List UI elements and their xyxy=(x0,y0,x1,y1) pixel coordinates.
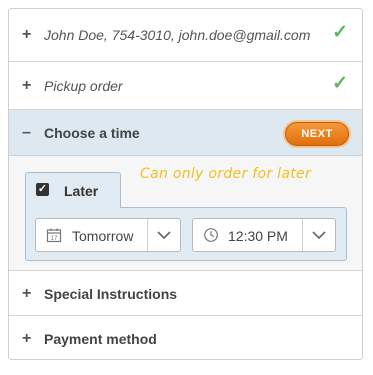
contact-info-section[interactable]: + John Doe, 754-3010, john.doe@gmail.com… xyxy=(9,9,362,62)
clock-icon xyxy=(204,228,218,242)
collapse-icon[interactable]: – xyxy=(22,125,31,141)
expand-icon[interactable]: + xyxy=(22,331,31,347)
later-label: Later xyxy=(64,183,99,199)
later-options: 17 Tomorrow 12:30 PM xyxy=(25,207,347,261)
payment-method-title: Payment method xyxy=(44,331,157,347)
special-instructions-title: Special Instructions xyxy=(44,286,178,302)
chevron-down-icon[interactable] xyxy=(302,219,335,251)
choose-time-title: Choose a time xyxy=(44,125,140,141)
order-later-note: Can only order for later xyxy=(140,166,311,182)
pickup-order-section[interactable]: + Pickup order ✓ xyxy=(9,62,362,110)
next-button[interactable]: NEXT xyxy=(285,122,349,146)
choose-time-panel: Can only order for later ✓ Later 17 Tomo… xyxy=(9,156,362,271)
check-icon: ✓ xyxy=(332,22,348,43)
payment-method-section[interactable]: + Payment method xyxy=(9,316,362,360)
time-select[interactable]: 12:30 PM xyxy=(192,218,336,252)
expand-icon[interactable]: + xyxy=(22,27,31,43)
day-select-value: Tomorrow xyxy=(72,228,134,244)
later-checkbox[interactable]: ✓ xyxy=(36,183,49,196)
time-select-value: 12:30 PM xyxy=(228,228,288,244)
order-accordion: + John Doe, 754-3010, john.doe@gmail.com… xyxy=(8,8,363,360)
choose-time-section-header[interactable]: – Choose a time NEXT xyxy=(9,110,362,156)
check-icon: ✓ xyxy=(332,73,348,94)
pickup-summary: Pickup order xyxy=(44,78,123,94)
day-select[interactable]: 17 Tomorrow xyxy=(35,218,181,252)
expand-icon[interactable]: + xyxy=(22,78,31,94)
calendar-icon: 17 xyxy=(46,228,62,243)
expand-icon[interactable]: + xyxy=(22,286,31,302)
svg-text:17: 17 xyxy=(51,236,58,242)
special-instructions-section[interactable]: + Special Instructions xyxy=(9,271,362,316)
chevron-down-icon[interactable] xyxy=(147,219,180,251)
contact-summary: John Doe, 754-3010, john.doe@gmail.com xyxy=(44,27,311,43)
later-tab[interactable]: ✓ Later xyxy=(25,172,121,208)
